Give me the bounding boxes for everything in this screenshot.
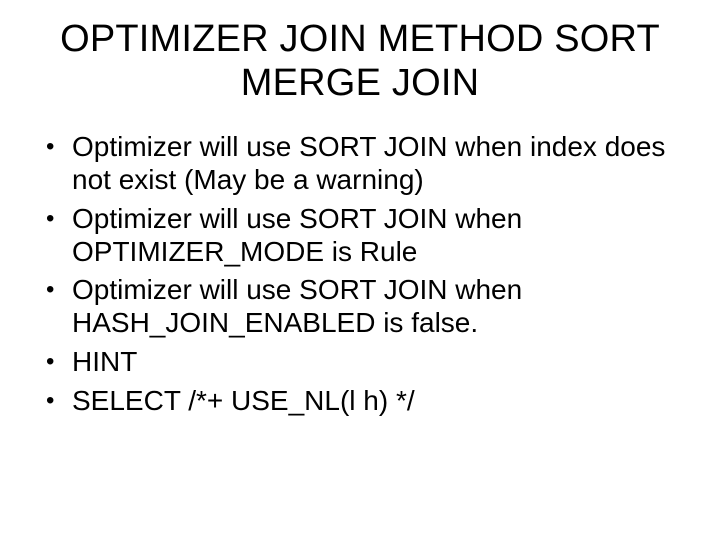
list-item: HINT <box>46 346 692 379</box>
list-item: SELECT /*+ USE_NL(l h) */ <box>46 385 692 418</box>
slide-title: OPTIMIZER JOIN METHOD SORT MERGE JOIN <box>28 18 692 105</box>
list-item: Optimizer will use SORT JOIN when index … <box>46 131 692 197</box>
list-item: Optimizer will use SORT JOIN when HASH_J… <box>46 274 692 340</box>
slide: OPTIMIZER JOIN METHOD SORT MERGE JOIN Op… <box>0 0 720 540</box>
list-item: Optimizer will use SORT JOIN when OPTIMI… <box>46 203 692 269</box>
bullet-list: Optimizer will use SORT JOIN when index … <box>28 131 692 417</box>
